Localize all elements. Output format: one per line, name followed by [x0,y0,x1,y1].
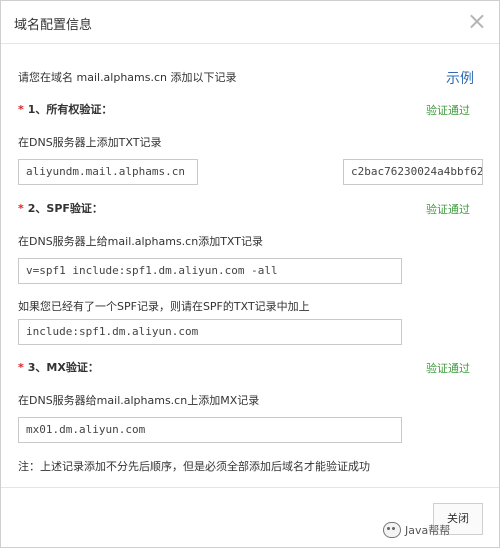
watermark-text: Java帮帮 [405,524,451,537]
step-3-title: 3、MX验证： [27,361,99,374]
dialog-header: 域名配置信息 × [1,1,499,44]
txt-value-field[interactable]: c2bac76230024a4bbf62 [343,159,483,185]
intro-text: 请您在域名 mail.alphams.cn 添加以下记录 [18,71,237,84]
step-3-instruction: 在DNS服务器给mail.alphams.cn上添加MX记录 [18,394,260,407]
step-3-heading: * 3、MX验证： [18,359,99,375]
mx-record-field[interactable]: mx01.dm.aliyun.com [18,417,402,443]
spf-record-field[interactable]: v=spf1 include:spf1.dm.aliyun.com -all [18,258,402,284]
example-link[interactable]: 示例 [446,68,474,88]
step-1-heading: * 1、所有权验证： [18,101,112,117]
dialog-title: 域名配置信息 [14,18,93,33]
step-2-extra-instruction: 如果您已经有了一个SPF记录，则请在SPF的TXT记录中加上 [18,300,310,313]
step-2-heading: * 2、SPF验证： [18,200,103,216]
spf-include-field[interactable]: include:spf1.dm.aliyun.com [18,319,402,345]
step-1-title: 1、所有权验证： [27,103,113,116]
required-star: * [18,202,24,215]
step-1-instruction: 在DNS服务器上添加TXT记录 [18,136,162,149]
footer-divider [1,487,499,488]
step-2-status: 验证通过 [426,203,470,216]
step-1-status: 验证通过 [426,104,470,117]
footnote: 注：上述记录添加不分先后顺序，但是必须全部添加后域名才能验证成功 [18,460,370,473]
watermark: Java帮帮 [383,519,450,541]
step-2-title: 2、SPF验证： [27,202,103,215]
txt-host-field[interactable]: aliyundm.mail.alphams.cn [18,159,198,185]
close-icon[interactable]: × [467,9,487,33]
required-star: * [18,103,24,116]
required-star: * [18,361,24,374]
step-3-status: 验证通过 [426,362,470,375]
step-2-instruction: 在DNS服务器上给mail.alphams.cn添加TXT记录 [18,235,263,248]
domain-config-dialog: 域名配置信息 × 请您在域名 mail.alphams.cn 添加以下记录 示例… [0,0,500,548]
wechat-icon [383,522,401,538]
